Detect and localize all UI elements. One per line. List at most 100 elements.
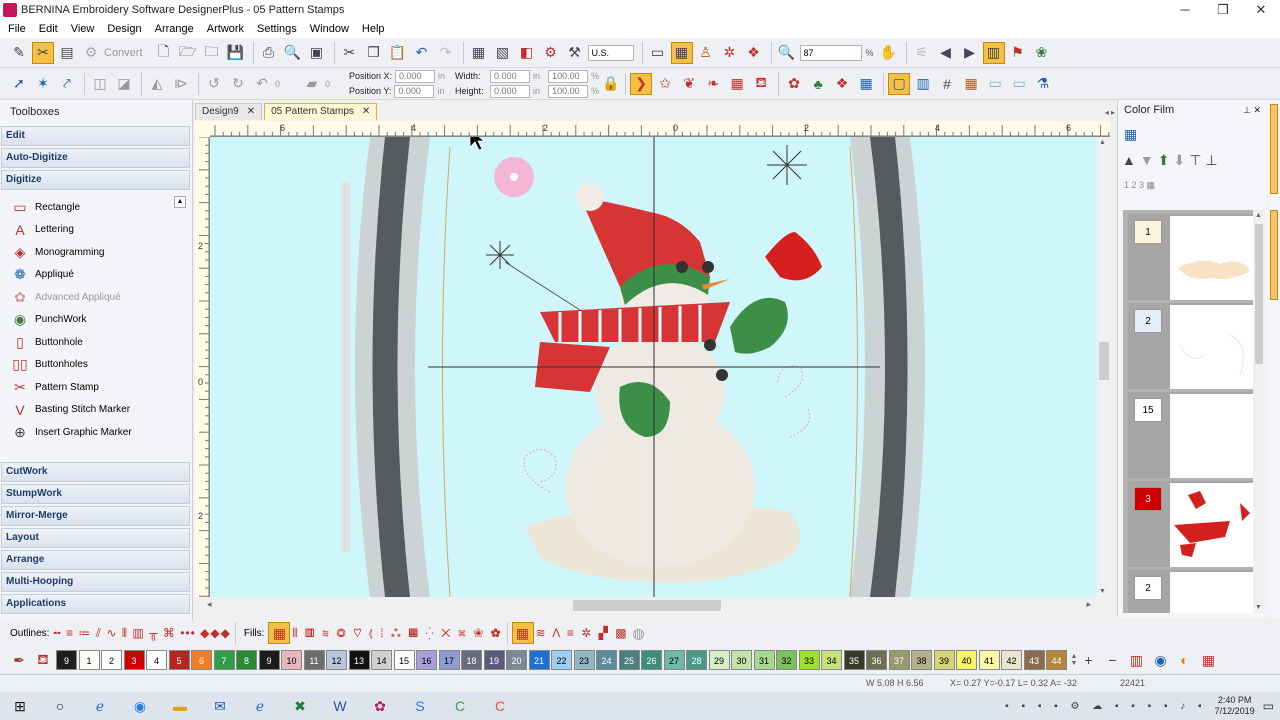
sequence-icon[interactable]: 1 2 3 ▦	[1124, 180, 1155, 191]
palette-swatch[interactable]: 8	[236, 650, 257, 670]
palette-scroll-icon[interactable]: ▲ ▼	[1071, 653, 1078, 667]
tool-buttonhole[interactable]: ▯ Buttonhole	[0, 331, 192, 354]
palette-swatch[interactable]: 40	[956, 650, 977, 670]
palette-swatch[interactable]: 34	[821, 650, 842, 670]
group-icon[interactable]: ◫	[89, 73, 111, 95]
width-input[interactable]: 0.000	[490, 69, 531, 83]
group-stumpwork[interactable]: StumpWork	[1, 483, 190, 504]
export-machine-icon[interactable]: ▣	[306, 42, 328, 64]
design-properties-icon[interactable]: ◧	[516, 42, 538, 64]
fabric-grid-icon[interactable]: ▦	[960, 73, 982, 95]
thumbnails-icon[interactable]: ▦	[1124, 126, 1137, 143]
palette-swatch[interactable]: 41	[978, 650, 1000, 670]
convert-button[interactable]: Convert	[104, 47, 143, 59]
palette-swatch[interactable]: 2	[101, 650, 122, 670]
film-scroll-thumb[interactable]	[1255, 224, 1263, 364]
align-top-icon[interactable]: ⊤	[1189, 152, 1201, 169]
palette-swatch[interactable]: 13	[348, 650, 370, 670]
show-grid-icon[interactable]: #	[936, 73, 958, 95]
position-y-input[interactable]: 0.000	[394, 84, 435, 98]
palette-swatch[interactable]: 32	[776, 650, 797, 670]
palette-swatch[interactable]: 6	[191, 650, 212, 670]
stitch-type-icon[interactable]: ❯	[630, 72, 653, 95]
ungroup-icon[interactable]: ◪	[113, 73, 135, 95]
palette-swatch[interactable]: 19	[483, 650, 505, 670]
palette-swatch[interactable]: 3	[123, 650, 145, 670]
mirror-vertical-icon[interactable]: ◭	[146, 73, 168, 95]
tool-basting-marker[interactable]: V Basting Stitch Marker	[0, 399, 192, 422]
options-icon[interactable]: ⚒	[564, 42, 586, 64]
palette-swatch[interactable]: 30	[731, 650, 752, 670]
tray-icons[interactable]: ▪ ▪ ▪ ▪ ⚙ ☁ ▪ ▪ ▪ ▪ ♪ ▪	[1005, 701, 1206, 712]
palette-menu-icon[interactable]: ▦	[1197, 649, 1219, 671]
scroll-right-icon[interactable]: ▸	[1086, 599, 1091, 610]
rotate-angle-value[interactable]: 0	[275, 79, 301, 89]
tab-scroll-icon[interactable]: ◂ ▸	[1105, 108, 1115, 120]
fill-stitch-icons[interactable]: ⦀ ▥ ≋ ◎ ♡ ⦅ ⁞ ⁂ ▦ ⁛ ✕ ⌘ ❀ ✿	[292, 626, 502, 641]
tab-05-pattern-stamps[interactable]: 05 Pattern Stamps ✕	[264, 103, 378, 120]
file-explorer-icon[interactable]: ▬	[160, 692, 200, 720]
excel-icon[interactable]: ✖	[280, 692, 320, 720]
zoom-icon[interactable]: 🔍	[776, 42, 798, 64]
outline-stitch-icons[interactable]: ╍ ≡ ≔ ⫽ ∿ ⦀ ▥ ╥ ⌘ ••• ◆◆◆	[53, 626, 230, 641]
menu-artwork[interactable]: Artwork	[207, 23, 244, 35]
palette-swatch[interactable]: 43	[1023, 650, 1045, 670]
tool-graphic-marker[interactable]: ⊕ Insert Graphic Marker	[0, 421, 192, 444]
pin-close-icon[interactable]: ⊥ ✕	[1243, 100, 1261, 120]
cut-icon[interactable]: ✂	[339, 42, 361, 64]
object-properties-icon[interactable]: ⚙	[540, 42, 562, 64]
film-item[interactable]: 2	[1128, 570, 1254, 613]
menu-window[interactable]: Window	[310, 23, 349, 35]
palette-swatch[interactable]: 36	[866, 650, 887, 670]
menu-help[interactable]: Help	[362, 23, 385, 35]
maximize-button[interactable]: ❐	[1204, 2, 1242, 18]
artwork-display-icon[interactable]: ▭	[1008, 73, 1030, 95]
flower-icon[interactable]: ✿	[783, 73, 805, 95]
save-icon[interactable]: 💾	[225, 42, 247, 64]
palette-swatch[interactable]: 21	[528, 650, 550, 670]
horizontal-scrollbar[interactable]: ◂ ▸	[195, 597, 1111, 613]
hoop-canvas-icon[interactable]: ▤	[56, 42, 78, 64]
resequence-icon[interactable]: ⚑	[1007, 42, 1029, 64]
color-sequence-icon[interactable]: ▥	[982, 41, 1005, 64]
palette-swatch[interactable]: 18	[461, 650, 482, 670]
copy-icon[interactable]: ❐	[363, 42, 385, 64]
move-up-icon[interactable]: ⬆	[1158, 152, 1170, 169]
outlook-icon[interactable]: ✉	[200, 692, 240, 720]
palette-swatch[interactable]: 38	[911, 650, 932, 670]
leaf-icon[interactable]: ❧	[702, 73, 724, 95]
palette-swatch[interactable]: 14	[371, 650, 392, 670]
film-item[interactable]: 2	[1128, 303, 1254, 389]
proportional-lock-icon[interactable]: 🔒	[602, 73, 619, 95]
palette-swatch[interactable]: 12	[326, 650, 347, 670]
pattern-icon[interactable]: ❖	[831, 73, 853, 95]
slant-angle-value[interactable]: 0	[325, 79, 345, 89]
palette-swatch[interactable]: 29	[708, 650, 730, 670]
effect-icons[interactable]: ≋ Λ ≡ ✲ ▞ ▩	[536, 626, 629, 640]
film-scrollbar[interactable]: ▲ ▼	[1253, 210, 1265, 613]
word-icon[interactable]: W	[320, 692, 360, 720]
fill-tatami-icon[interactable]: ▦	[268, 622, 291, 644]
camtasia-icon[interactable]: C	[440, 692, 480, 720]
app-s-icon[interactable]: S	[400, 692, 440, 720]
palette-swatch[interactable]: 28	[686, 650, 707, 670]
previous-icon[interactable]: ◀	[935, 42, 957, 64]
scroll-left-icon[interactable]: ◂	[207, 599, 212, 610]
select-object-icon[interactable]: ➚	[8, 73, 30, 95]
globe-icon[interactable]: ◍	[633, 625, 645, 642]
menu-settings[interactable]: Settings	[257, 23, 297, 35]
new-file-icon[interactable]: 🗋	[153, 42, 175, 64]
film-item[interactable]: 1	[1128, 214, 1254, 300]
menu-file[interactable]: File	[8, 23, 26, 35]
palette-swatch[interactable]: 5	[168, 650, 190, 670]
scale-width-input[interactable]: 100.00	[548, 69, 589, 83]
group-layout[interactable]: Layout	[1, 527, 190, 548]
tool-buttonholes[interactable]: ▯▯ Buttonholes	[0, 354, 192, 377]
artwork-canvas-icon[interactable]: ✂	[32, 41, 54, 64]
rotate-right-icon[interactable]: ↻	[227, 73, 249, 95]
color-wheel-icon[interactable]: ◉	[1149, 649, 1171, 671]
scroll-down-icon[interactable]: ▼	[1099, 588, 1106, 595]
palette-swatch[interactable]: 11	[303, 650, 325, 670]
tree-icon[interactable]: ♣	[807, 73, 829, 95]
motif-icon[interactable]: ❦	[678, 73, 700, 95]
